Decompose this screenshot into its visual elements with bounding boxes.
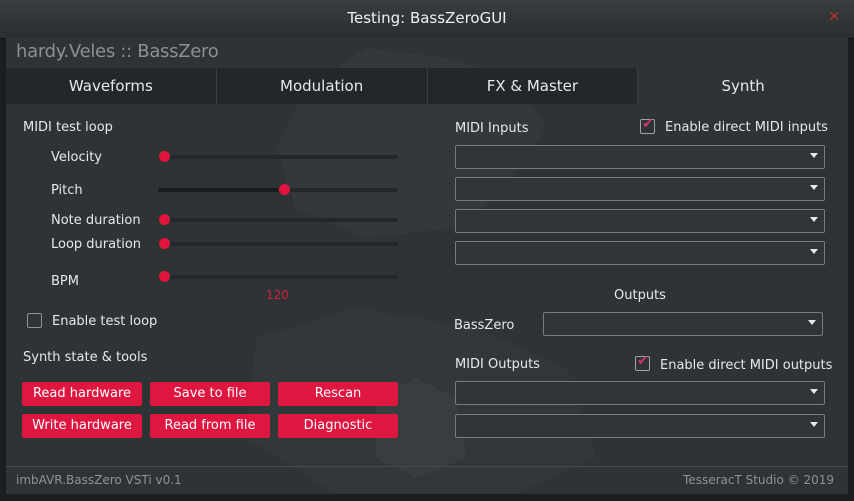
save-to-file-button[interactable]: Save to file [150,382,270,406]
note-duration-slider[interactable] [158,214,398,225]
tab-waveforms[interactable]: Waveforms [6,68,217,104]
plugin-panel: hardy.Veles :: BassZero Waveforms Modula… [6,38,848,494]
version-text: imbAVR.BassZero VSTi v0.1 [16,473,182,487]
enable-direct-midi-inputs-label: Enable direct MIDI inputs [665,120,828,135]
chevron-down-icon [810,389,818,394]
chevron-down-icon [810,153,818,158]
enable-test-loop-checkbox[interactable] [27,313,42,328]
diagnostic-button[interactable]: Diagnostic [278,414,398,438]
tab-modulation[interactable]: Modulation [216,68,428,104]
midi-input-dropdown-4[interactable] [455,241,825,265]
basszero-output-dropdown[interactable] [543,312,823,336]
velocity-label: Velocity [51,150,102,165]
pitch-label: Pitch [51,183,83,198]
checkmark-icon: ✔ [637,353,649,369]
chevron-down-icon [808,320,816,325]
chevron-down-icon [810,217,818,222]
midi-test-loop-heading: MIDI test loop [23,120,113,135]
synth-tools-heading: Synth state & tools [23,350,148,365]
pitch-slider[interactable] [158,184,398,195]
note-duration-slider-thumb[interactable] [159,214,170,225]
midi-input-dropdown-3[interactable] [455,209,825,233]
enable-direct-midi-outputs-checkbox[interactable]: ✔ [635,353,650,371]
checkmark-icon: ✔ [642,116,654,132]
enable-test-loop-label: Enable test loop [52,314,158,329]
bpm-slider[interactable] [158,271,398,282]
midi-output-dropdown-1[interactable] [455,381,825,405]
velocity-slider[interactable] [158,151,398,162]
chevron-down-icon [810,185,818,190]
loop-duration-slider-thumb[interactable] [159,238,170,249]
pitch-slider-fill [158,188,278,192]
enable-direct-midi-inputs-checkbox[interactable]: ✔ [640,116,655,134]
window-title: Testing: BassZeroGUI [347,9,507,27]
note-duration-label: Note duration [51,213,141,228]
outputs-heading: Outputs [614,288,666,303]
pitch-slider-thumb[interactable] [279,184,290,195]
enable-direct-midi-outputs-label: Enable direct MIDI outputs [660,358,833,373]
footer: imbAVR.BassZero VSTi v0.1 TesseracT Stud… [6,466,848,494]
read-from-file-button[interactable]: Read from file [150,414,270,438]
loop-duration-slider[interactable] [158,238,398,249]
bpm-label: BPM [51,274,79,289]
brand-logo-text: hardy.Veles :: BassZero [16,41,219,62]
write-hardware-button[interactable]: Write hardware [22,414,142,438]
copyright-text: TesseracT Studio © 2019 [683,473,834,487]
midi-input-dropdown-1[interactable] [455,145,825,169]
bpm-slider-thumb[interactable] [159,271,170,282]
window-titlebar: Testing: BassZeroGUI ✕ [0,0,854,39]
basszero-output-label: BassZero [454,318,515,333]
velocity-slider-thumb[interactable] [159,151,170,162]
rescan-button[interactable]: Rescan [278,382,398,406]
close-icon[interactable]: ✕ [828,9,840,25]
loop-duration-label: Loop duration [51,237,142,252]
tab-synth[interactable]: Synth [638,68,848,104]
midi-output-dropdown-2[interactable] [455,414,825,438]
tab-fx-master[interactable]: FX & Master [427,68,639,104]
bpm-value: 120 [266,288,289,302]
midi-outputs-heading: MIDI Outputs [455,357,540,372]
read-hardware-button[interactable]: Read hardware [22,382,142,406]
tab-bar: Waveforms Modulation FX & Master Synth [6,68,848,104]
midi-inputs-heading: MIDI Inputs [455,121,529,136]
midi-input-dropdown-2[interactable] [455,177,825,201]
chevron-down-icon [810,249,818,254]
chevron-down-icon [810,422,818,427]
